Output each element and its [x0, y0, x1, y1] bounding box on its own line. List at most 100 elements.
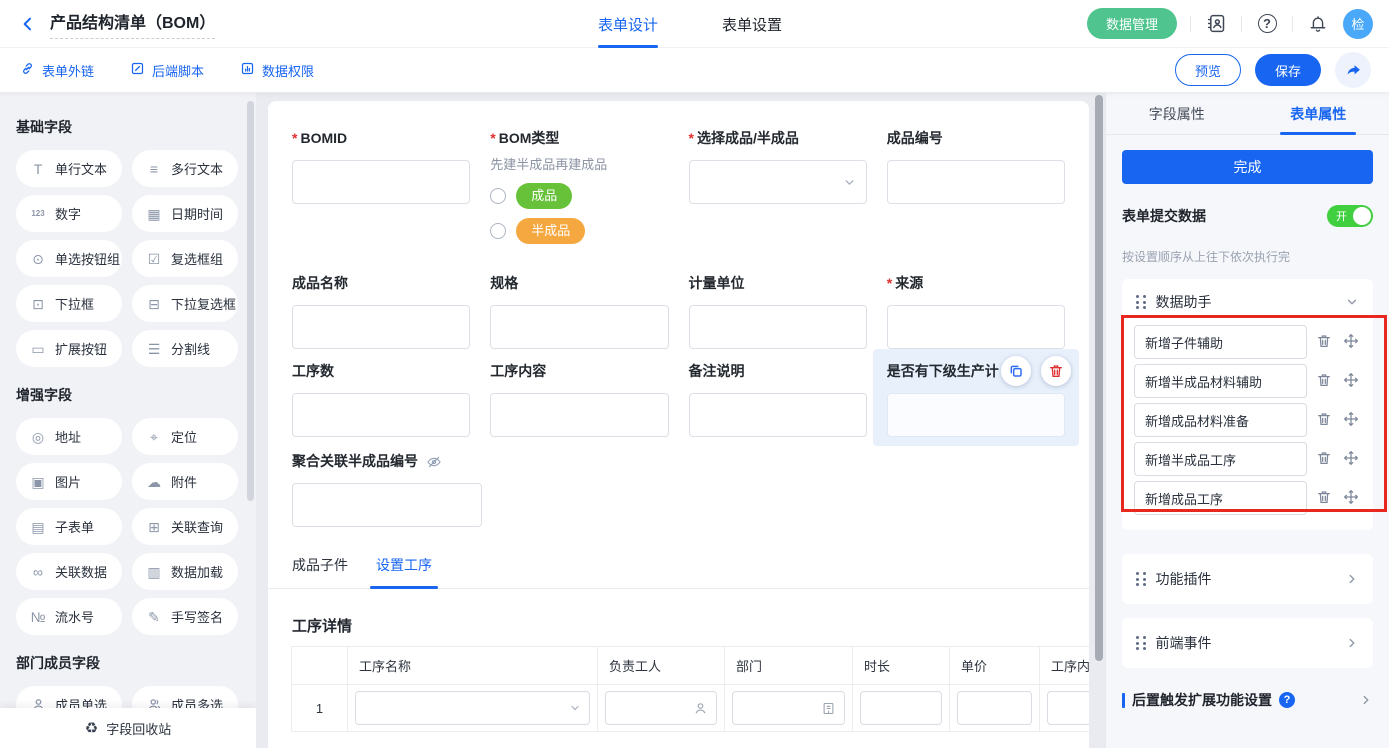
duration-input[interactable]	[860, 691, 942, 725]
post-trigger-setting[interactable]: 后置触发扩展功能设置 ?	[1122, 690, 1373, 710]
chevron-right-icon[interactable]	[1345, 572, 1359, 586]
process-content-input[interactable]	[490, 393, 668, 437]
tab-field-properties[interactable]: 字段属性	[1106, 93, 1248, 134]
helper-item-label[interactable]: 新增成品材料准备	[1134, 403, 1307, 437]
tab-set-process[interactable]: 设置工序	[376, 555, 432, 588]
helper-item-label[interactable]: 新增半成品材料辅助	[1134, 364, 1307, 398]
move-icon[interactable]	[1343, 450, 1361, 468]
canvas-scrollbar[interactable]	[1095, 95, 1103, 661]
back-icon[interactable]	[18, 14, 38, 34]
move-icon[interactable]	[1343, 372, 1361, 390]
trash-icon[interactable]	[1316, 489, 1334, 507]
form-external-link[interactable]: 表单外链	[20, 61, 94, 80]
process-content-cell-input[interactable]	[1047, 691, 1089, 725]
tab-product-children[interactable]: 成品子件	[292, 555, 348, 588]
field-pill-relation-data[interactable]: ∞关联数据	[16, 553, 122, 590]
field-process-count[interactable]: 工序数	[292, 362, 470, 437]
chevron-right-icon[interactable]	[1359, 693, 1373, 707]
preview-button[interactable]: 预览	[1175, 54, 1241, 86]
field-pill-serial-number[interactable]: №流水号	[16, 598, 122, 635]
chevron-right-icon[interactable]	[1345, 636, 1359, 650]
has-sub-plan-input[interactable]	[887, 393, 1065, 437]
move-icon[interactable]	[1343, 411, 1361, 429]
bom-type-option-semi[interactable]: 半成品	[490, 218, 668, 244]
field-pill-attachment[interactable]: ☁附件	[132, 463, 238, 500]
plugin-section-card[interactable]: 功能插件	[1122, 554, 1373, 604]
data-permission-link[interactable]: 数据权限	[240, 61, 314, 80]
field-pill-datetime[interactable]: ▦日期时间	[132, 195, 238, 232]
spec-input[interactable]	[490, 305, 668, 349]
trash-icon[interactable]	[1316, 372, 1334, 390]
field-pill-radio-group[interactable]: ⊙单选按钮组	[16, 240, 122, 277]
bell-icon[interactable]	[1306, 12, 1330, 36]
avatar[interactable]: 检	[1343, 9, 1373, 39]
worker-picker-input[interactable]	[605, 691, 717, 725]
process-name-select[interactable]	[355, 691, 590, 725]
field-unit[interactable]: 计量单位	[689, 274, 867, 349]
backend-script-link[interactable]: 后端脚本	[130, 61, 204, 80]
field-source[interactable]: *来源	[887, 274, 1065, 349]
field-pill-single-line-text[interactable]: T单行文本	[16, 150, 122, 187]
data-manage-button[interactable]: 数据管理	[1087, 8, 1177, 39]
field-product-code[interactable]: 成品编号	[887, 129, 1065, 244]
submit-data-toggle[interactable]: 开	[1327, 205, 1373, 227]
field-pill-image[interactable]: ▣图片	[16, 463, 122, 500]
field-pill-checkbox-group[interactable]: ☑复选框组	[132, 240, 238, 277]
bomid-input[interactable]	[292, 160, 470, 204]
radio-icon[interactable]	[490, 223, 506, 239]
field-pill-number[interactable]: 123数字	[16, 195, 122, 232]
helper-item-label[interactable]: 新增成品工序	[1134, 481, 1307, 515]
field-pill-multi-select[interactable]: ⊟下拉复选框	[132, 285, 238, 322]
trash-icon[interactable]	[1316, 450, 1334, 468]
field-pill-divider[interactable]: ☰分割线	[132, 330, 238, 367]
unit-price-input[interactable]	[957, 691, 1032, 725]
field-pill-address[interactable]: ◎地址	[16, 418, 122, 455]
help-badge-icon[interactable]: ?	[1279, 692, 1295, 708]
field-pill-relation-query[interactable]: ⊞关联查询	[132, 508, 238, 545]
sidebar-scrollbar[interactable]	[247, 101, 254, 501]
move-icon[interactable]	[1343, 489, 1361, 507]
field-pill-geolocation[interactable]: ⌖定位	[132, 418, 238, 455]
select-product-dropdown[interactable]	[689, 160, 867, 204]
tab-form-properties[interactable]: 表单属性	[1248, 93, 1389, 134]
drag-handle-icon[interactable]	[1136, 572, 1147, 586]
field-pill-data-load[interactable]: ▥数据加载	[132, 553, 238, 590]
field-spec[interactable]: 规格	[490, 274, 668, 349]
save-button[interactable]: 保存	[1255, 54, 1321, 86]
field-pill-select[interactable]: ⊡下拉框	[16, 285, 122, 322]
done-button[interactable]: 完成	[1122, 150, 1373, 184]
help-icon[interactable]: ?	[1255, 12, 1279, 36]
delete-field-button[interactable]	[1041, 356, 1071, 386]
field-bomid[interactable]: *BOMID	[292, 129, 470, 244]
move-icon[interactable]	[1343, 333, 1361, 351]
helper-item-label[interactable]: 新增半成品工序	[1134, 442, 1307, 476]
field-recycle-bin[interactable]: ♻ 字段回收站	[0, 708, 256, 748]
tab-form-settings[interactable]: 表单设置	[722, 0, 782, 48]
contacts-book-icon[interactable]	[1204, 12, 1228, 36]
helper-item-label[interactable]: 新增子件辅助	[1134, 325, 1307, 359]
page-title[interactable]: 产品结构清单（BOM）	[50, 9, 215, 39]
unit-input[interactable]	[689, 305, 867, 349]
trash-icon[interactable]	[1316, 411, 1334, 429]
field-process-content[interactable]: 工序内容	[490, 362, 668, 437]
remark-input[interactable]	[689, 393, 867, 437]
radio-icon[interactable]	[490, 188, 506, 204]
chevron-down-icon[interactable]	[1345, 295, 1359, 309]
field-remark[interactable]: 备注说明	[689, 362, 867, 437]
field-pill-signature[interactable]: ✎手写签名	[132, 598, 238, 635]
copy-field-button[interactable]	[1001, 356, 1031, 386]
drag-handle-icon[interactable]	[1136, 295, 1147, 309]
field-product-name[interactable]: 成品名称	[292, 274, 470, 349]
field-agg-semi-code[interactable]: 聚合关联半成品编号	[292, 452, 482, 527]
agg-semi-code-input[interactable]	[292, 483, 482, 527]
field-bom-type[interactable]: *BOM类型 先建半成品再建成品 成品 半成品	[490, 129, 668, 244]
field-select-product[interactable]: *选择成品/半成品	[689, 129, 867, 244]
field-pill-subform[interactable]: ▤子表单	[16, 508, 122, 545]
product-code-input[interactable]	[887, 160, 1065, 204]
trash-icon[interactable]	[1316, 333, 1334, 351]
frontend-event-card[interactable]: 前端事件	[1122, 618, 1373, 668]
department-picker-input[interactable]	[732, 691, 845, 725]
drag-handle-icon[interactable]	[1136, 636, 1147, 650]
field-has-sub-plan-selected[interactable]: 是否有下级生产计	[887, 362, 1065, 437]
field-pill-multi-line-text[interactable]: ≡多行文本	[132, 150, 238, 187]
